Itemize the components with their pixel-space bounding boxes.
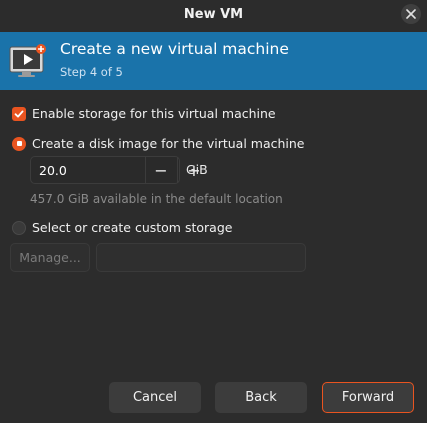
- enable-storage-row[interactable]: Enable storage for this virtual machine: [12, 106, 276, 121]
- decrement-button[interactable]: −: [145, 157, 176, 183]
- wizard-header: Create a new virtual machine Step 4 of 5: [0, 32, 427, 90]
- disk-image-option[interactable]: Create a disk image for the virtual mach…: [12, 136, 305, 151]
- wizard-title: Create a new virtual machine: [60, 40, 289, 58]
- available-space-text: 457.0 GiB available in the default locat…: [30, 192, 283, 206]
- custom-storage-label: Select or create custom storage: [32, 220, 233, 235]
- enable-storage-label: Enable storage for this virtual machine: [32, 106, 276, 121]
- close-button[interactable]: [401, 4, 421, 24]
- checkmark-icon: [14, 110, 24, 117]
- monitor-icon: [9, 44, 46, 77]
- custom-storage-radio[interactable]: [12, 220, 26, 235]
- enable-storage-checkbox[interactable]: [12, 106, 26, 121]
- back-button[interactable]: Back: [215, 382, 307, 413]
- wizard-step: Step 4 of 5: [60, 65, 123, 79]
- disk-image-radio[interactable]: [12, 136, 26, 151]
- disk-size-input[interactable]: 20.0: [39, 163, 67, 178]
- disk-image-label: Create a disk image for the virtual mach…: [32, 136, 305, 151]
- manage-button[interactable]: Manage...: [10, 243, 90, 272]
- forward-button[interactable]: Forward: [322, 382, 414, 413]
- size-unit: GiB: [186, 162, 208, 177]
- cancel-button[interactable]: Cancel: [109, 382, 201, 413]
- disk-size-spinner[interactable]: 20.0 − +: [30, 156, 201, 184]
- custom-storage-option[interactable]: Select or create custom storage: [12, 220, 232, 235]
- title-bar: New VM: [0, 0, 427, 30]
- custom-storage-path-field[interactable]: [96, 243, 306, 272]
- minus-icon: −: [154, 160, 168, 180]
- close-icon: [406, 9, 416, 19]
- window-title: New VM: [183, 7, 244, 22]
